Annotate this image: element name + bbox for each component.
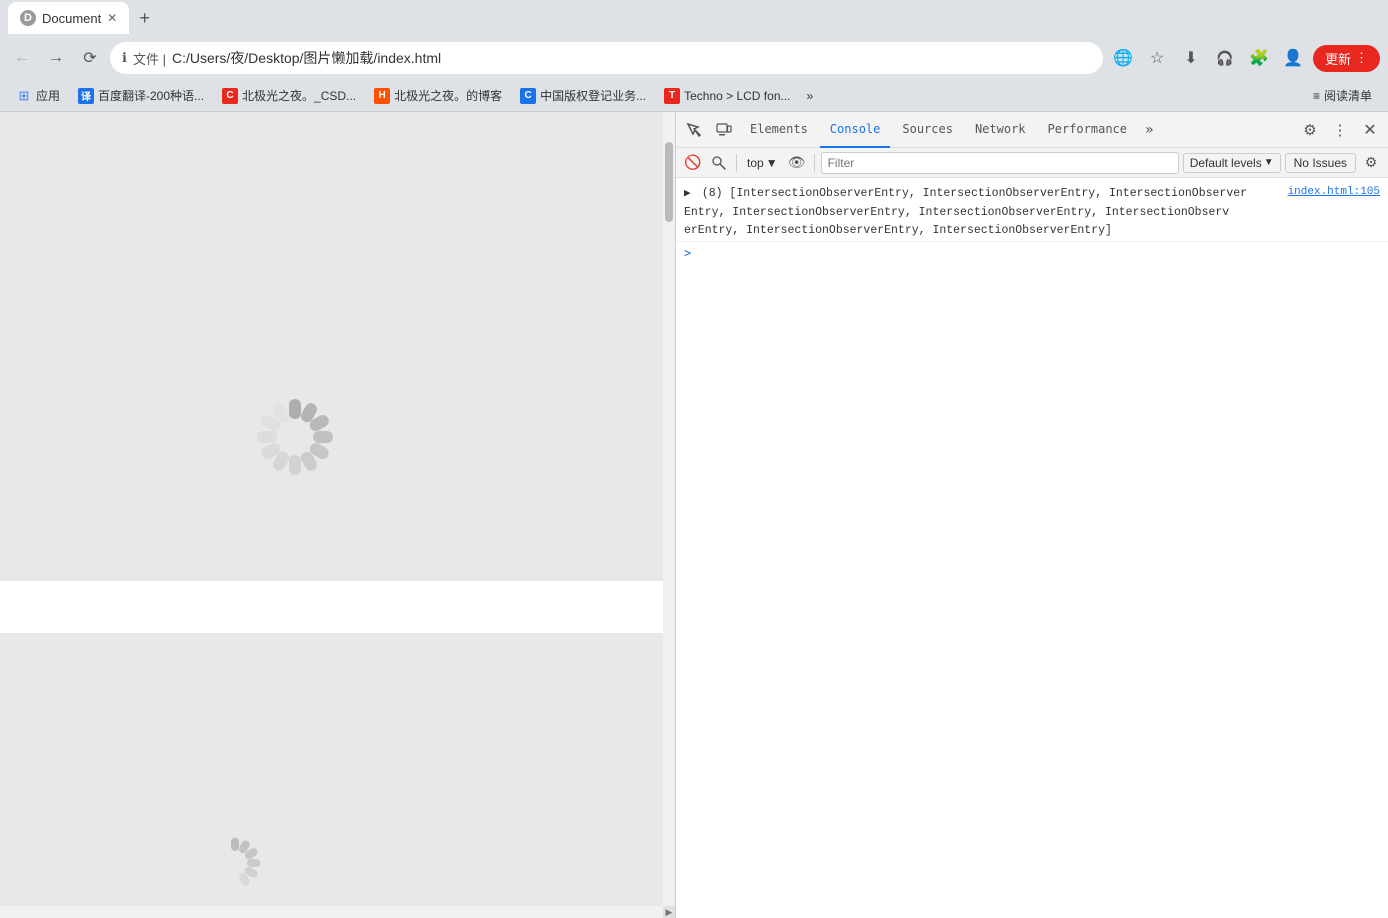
page-scrollbar[interactable] [663,112,675,918]
page-scrollbar-thumb[interactable] [665,142,673,222]
white-rect [0,581,663,633]
tab-close-btn[interactable]: ✕ [107,11,117,25]
apps-icon: ⊞ [16,88,32,104]
bookmark-csd-label: 北极光之夜。_CSD... [242,87,356,104]
console-log-source-link[interactable]: index.html:105 [1288,184,1380,201]
console-log-entry: ▶ (8) [IntersectionObserverEntry, Inters… [676,182,1388,242]
default-levels-label: Default levels [1190,156,1262,170]
tab-network[interactable]: Network [965,112,1036,148]
active-tab[interactable]: D Document ✕ [8,2,129,34]
bookmark-techno-label: Techno > LCD fon... [684,89,790,103]
console-clear-btn[interactable]: 🚫 [682,152,704,174]
puzzle-ext-btn[interactable]: 🧩 [1245,44,1273,72]
console-separator-2 [814,154,815,172]
console-eye-btn[interactable]: 👁 [786,152,808,174]
bookmark-baidu[interactable]: 译 百度翻译-200种语... [70,85,212,106]
bookmark-baidu-label: 百度翻译-200种语... [98,87,204,104]
lock-icon: ℹ [122,50,127,66]
bookmark-csd[interactable]: C 北极光之夜。_CSD... [214,85,364,106]
page-hscrollbar[interactable]: ▶ [0,906,675,918]
bookmark-techno[interactable]: T Techno > LCD fon... [656,86,798,106]
context-dropdown-icon: ▼ [766,156,778,170]
default-levels-chevron: ▼ [1264,157,1274,168]
console-output: ▶ (8) [IntersectionObserverEntry, Inters… [676,178,1388,918]
console-log-content: ▶ (8) [IntersectionObserverEntry, Inters… [684,184,1288,239]
devtools-device-btn[interactable] [710,116,738,144]
csd-icon: C [222,88,238,104]
copyright-icon: C [520,88,536,104]
context-selector[interactable]: top ▼ [743,154,782,172]
main-area: ▶ Elements Console [0,112,1388,918]
tab-bar: D Document ✕ + [0,0,1388,36]
file-label: 文件 | [133,49,166,68]
reading-list-btn[interactable]: ≡ 阅读清单 [1305,85,1380,106]
console-separator-1 [736,154,737,172]
context-value: top [747,156,764,170]
console-prompt-line[interactable]: > [676,242,1388,264]
page-area: ▶ [0,112,675,918]
devtools-inspect-btn[interactable] [680,116,708,144]
techno-icon: T [664,88,680,104]
address-bar[interactable]: ℹ 文件 | C:/Users/夜/Desktop/图片懒加载/index.ht… [110,42,1103,74]
console-settings-btn[interactable]: ⚙ [1360,152,1382,174]
console-prompt-icon: > [684,246,691,260]
menu-dots-icon: ⋮ [1355,50,1368,66]
default-levels-btn[interactable]: Default levels ▼ [1183,153,1281,173]
update-btn[interactable]: 更新 ⋮ [1313,45,1380,72]
console-filter-toggle-btn[interactable] [708,152,730,174]
reading-list-icon: ≡ [1313,89,1320,103]
reload-btn[interactable]: ⟳ [76,44,104,72]
devtools-menu-btn[interactable]: ⋮ [1326,116,1354,144]
console-filter-input[interactable] [821,152,1179,174]
tab-sources[interactable]: Sources [892,112,963,148]
tab-favicon: D [20,10,36,26]
bookmark-btn[interactable]: ☆ [1143,44,1171,72]
expand-arrow[interactable]: ▶ [684,188,691,200]
console-input[interactable] [697,246,1380,260]
no-issues-label: No Issues [1294,156,1347,170]
tab-console[interactable]: Console [820,112,891,148]
tab-title: Document [42,11,101,26]
devtools-panel: Elements Console Sources Network Perform… [675,112,1388,918]
new-tab-btn[interactable]: + [133,6,156,31]
reading-list-label: 阅读清单 [1324,87,1372,104]
bookmarks-more-btn[interactable]: » [801,87,820,105]
devtools-more-tabs-btn[interactable]: » [1139,118,1159,142]
huawei-icon: H [374,88,390,104]
tab-elements[interactable]: Elements [740,112,818,148]
url-text: C:/Users/夜/Desktop/图片懒加载/index.html [172,48,441,68]
devtools-close-btn[interactable]: ✕ [1356,116,1384,144]
devtools-toolbar-right: ⚙ ⋮ ✕ [1296,116,1384,144]
devtools-settings-btn[interactable]: ⚙ [1296,116,1324,144]
bookmark-apps[interactable]: ⊞ 应用 [8,85,68,106]
bookmark-apps-label: 应用 [36,87,60,104]
bookmark-blog-label: 北极光之夜。的博客 [394,87,502,104]
headphone-ext-btn[interactable]: 🎧 [1211,44,1239,72]
tab-performance[interactable]: Performance [1038,112,1137,148]
console-toolbar: 🚫 top ▼ 👁 Default levels ▼ No Issues [676,148,1388,178]
devtools-tabbar: Elements Console Sources Network Perform… [676,112,1388,148]
bookmark-blog[interactable]: H 北极光之夜。的博客 [366,85,510,106]
back-btn[interactable]: ← [8,44,36,72]
baidu-icon: 译 [78,88,94,104]
address-bar-row: ← → ⟳ ℹ 文件 | C:/Users/夜/Desktop/图片懒加载/in… [0,36,1388,80]
no-issues-btn[interactable]: No Issues [1285,153,1356,173]
loading-spinner-2 [190,833,280,898]
translate-btn[interactable]: 🌐 [1109,44,1137,72]
console-log-text: (8) [IntersectionObserverEntry, Intersec… [684,187,1247,237]
bookmarks-bar: ⊞ 应用 译 百度翻译-200种语... C 北极光之夜。_CSD... H 北… [0,80,1388,112]
loading-spinner-1 [250,392,340,482]
forward-btn[interactable]: → [42,44,70,72]
browser-chrome: D Document ✕ + ← → ⟳ ℹ 文件 | C:/Users/夜/D… [0,0,1388,112]
bookmark-copyright[interactable]: C 中国版权登记业务... [512,85,654,106]
profile-btn[interactable]: 👤 [1279,44,1307,72]
extensions-menu-btn[interactable]: ⬇ [1177,44,1205,72]
update-label: 更新 [1325,49,1351,68]
bookmark-copyright-label: 中国版权登记业务... [540,87,646,104]
